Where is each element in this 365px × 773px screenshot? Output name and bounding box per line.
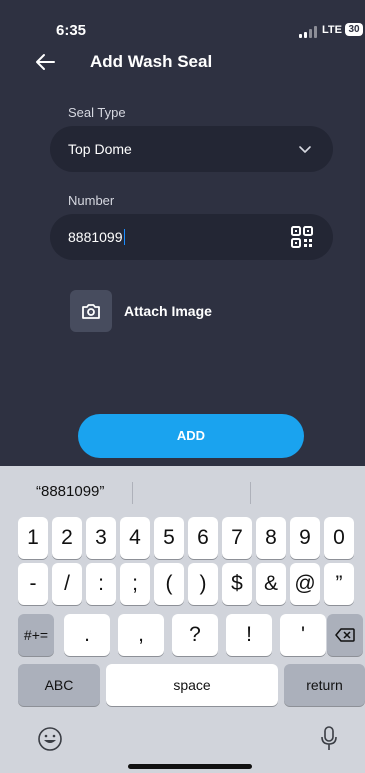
key-period[interactable]: . xyxy=(64,614,110,656)
key-5[interactable]: 5 xyxy=(154,517,184,559)
key-abc[interactable]: ABC xyxy=(18,664,100,706)
key-comma[interactable]: , xyxy=(118,614,164,656)
attach-image-label[interactable]: Attach Image xyxy=(124,303,212,319)
number-label: Number xyxy=(68,193,115,208)
suggestion-item[interactable]: “8881099” xyxy=(36,483,104,500)
status-time: 6:35 xyxy=(56,22,87,39)
status-bar: 6:35 LTE 30 xyxy=(0,0,365,44)
key-at[interactable]: @ xyxy=(290,563,320,605)
key-2[interactable]: 2 xyxy=(52,517,82,559)
key-slash[interactable]: / xyxy=(52,563,82,605)
key-space[interactable]: space xyxy=(106,664,278,706)
key-close-paren[interactable]: ) xyxy=(188,563,218,605)
camera-icon xyxy=(82,304,100,319)
chevron-down-icon xyxy=(299,146,311,153)
key-apostrophe[interactable]: ' xyxy=(280,614,326,656)
key-question[interactable]: ? xyxy=(172,614,218,656)
attach-image-button[interactable] xyxy=(70,290,112,332)
key-9[interactable]: 9 xyxy=(290,517,320,559)
key-ampersand[interactable]: & xyxy=(256,563,286,605)
key-semicolon[interactable]: ; xyxy=(120,563,150,605)
key-symbols[interactable]: #+= xyxy=(18,614,54,656)
number-input[interactable]: 8881099 xyxy=(50,214,333,260)
key-8[interactable]: 8 xyxy=(256,517,286,559)
key-colon[interactable]: : xyxy=(86,563,116,605)
microphone-icon[interactable] xyxy=(320,726,338,752)
suggestion-divider xyxy=(132,482,133,504)
key-1[interactable]: 1 xyxy=(18,517,48,559)
key-dollar[interactable]: $ xyxy=(222,563,252,605)
key-3[interactable]: 3 xyxy=(86,517,116,559)
seal-type-label: Seal Type xyxy=(68,105,126,120)
key-6[interactable]: 6 xyxy=(188,517,218,559)
key-4[interactable]: 4 xyxy=(120,517,150,559)
key-exclamation[interactable]: ! xyxy=(226,614,272,656)
qr-code-scan-icon[interactable] xyxy=(291,226,313,248)
text-caret xyxy=(123,229,126,245)
key-quote[interactable]: ” xyxy=(324,563,354,605)
key-return[interactable]: return xyxy=(284,664,365,706)
back-arrow-icon[interactable] xyxy=(34,51,56,73)
keyboard-suggestion-bar: “8881099” xyxy=(0,466,365,512)
page-title: Add Wash Seal xyxy=(90,52,213,71)
network-label: LTE xyxy=(322,24,342,36)
seal-type-value: Top Dome xyxy=(68,141,132,157)
key-hyphen[interactable]: - xyxy=(18,563,48,605)
key-7[interactable]: 7 xyxy=(222,517,252,559)
add-button[interactable]: ADD xyxy=(78,414,304,458)
seal-type-select[interactable]: Top Dome xyxy=(50,126,333,172)
battery-icon: 30 xyxy=(345,23,363,36)
number-value: 8881099 xyxy=(68,229,123,245)
add-wash-seal-screen: 6:35 LTE 30 Add Wash Seal Seal Type Top … xyxy=(0,0,365,466)
emoji-icon[interactable] xyxy=(37,726,63,752)
suggestion-divider xyxy=(250,482,251,504)
key-open-paren[interactable]: ( xyxy=(154,563,184,605)
key-backspace[interactable] xyxy=(327,614,363,656)
home-indicator xyxy=(128,764,252,769)
backspace-icon xyxy=(335,628,355,642)
signal-icon xyxy=(299,26,317,38)
key-0[interactable]: 0 xyxy=(324,517,354,559)
